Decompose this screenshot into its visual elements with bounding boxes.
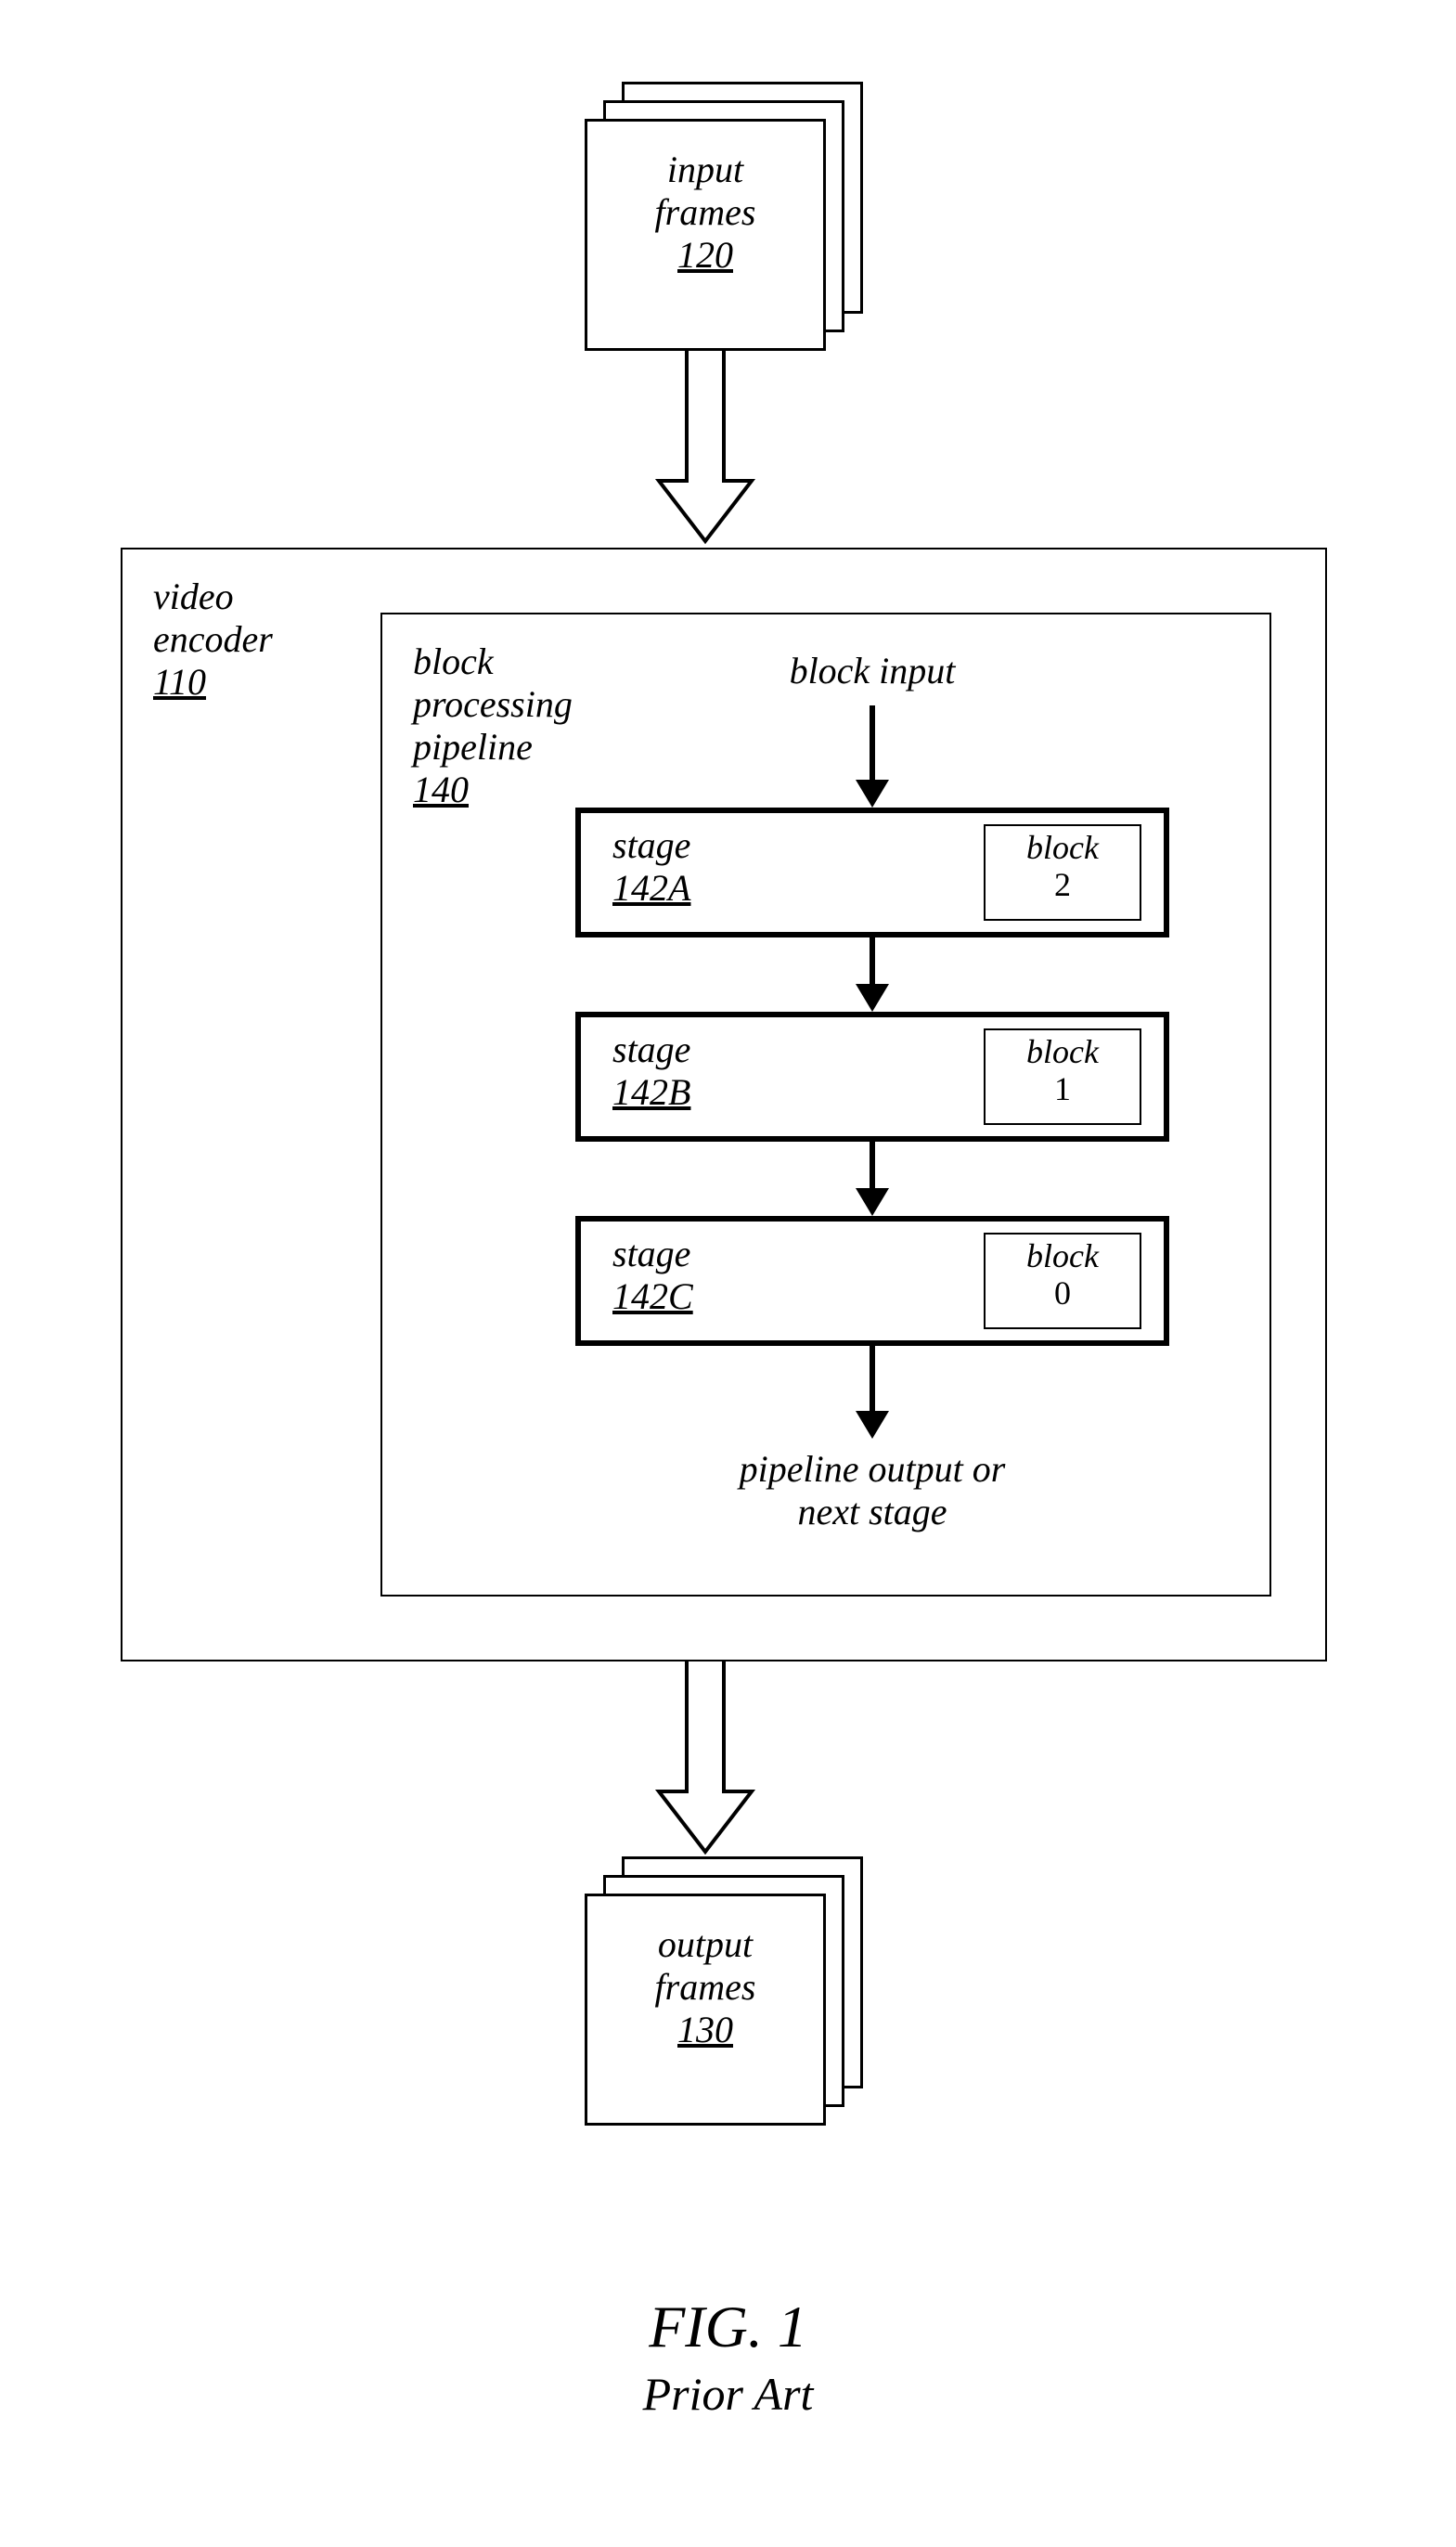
pipeline-output-label: pipeline output or next stage (650, 1448, 1095, 1533)
stage-b-block-label: block (1026, 1033, 1099, 1070)
stage-c-text: stage (612, 1233, 690, 1274)
stage-b-text: stage (612, 1028, 690, 1070)
pipeline-line1: block (413, 640, 494, 682)
pipeline-line2: processing (413, 683, 573, 725)
arrow-input-to-encoder (650, 351, 761, 546)
arrow-to-stage-a-head (856, 780, 889, 808)
figure-title: FIG. 1 (0, 2293, 1456, 2361)
video-encoder-label: video encoder 110 (153, 575, 273, 704)
stage-c-num: 142C (612, 1275, 693, 1317)
diagram-canvas: input frames 120 video encoder 110 block… (0, 0, 1456, 2547)
stage-a-num: 142A (612, 867, 690, 909)
figure-subtitle: Prior Art (0, 2367, 1456, 2421)
figure-title-text: FIG. 1 (649, 2294, 807, 2360)
stage-a-text: stage (612, 824, 690, 866)
block-input-label: block input (733, 650, 1011, 692)
input-frames-label: input frames 120 (594, 149, 817, 277)
pipeline-num: 140 (413, 769, 469, 810)
output-frames-line2: frames (655, 1966, 756, 2008)
video-encoder-num: 110 (153, 661, 206, 703)
arrow-to-stage-a-line (870, 705, 875, 780)
stage-b-num: 142B (612, 1071, 690, 1113)
arrow-a-to-b-head (856, 984, 889, 1012)
stage-b-label: stage 142B (612, 1028, 690, 1114)
stage-a-block-label: block (1026, 829, 1099, 866)
video-encoder-line2: encoder (153, 618, 273, 660)
arrow-a-to-b-line (870, 937, 875, 984)
figure-subtitle-text: Prior Art (643, 2368, 814, 2420)
stage-a-block-num: 2 (1054, 866, 1071, 903)
pipeline-line3: pipeline (413, 726, 533, 768)
input-frames-line1: input (667, 149, 743, 190)
stage-b-block: block 1 (984, 1028, 1141, 1125)
pipeline-output-line2: next stage (797, 1491, 947, 1532)
arrow-encoder-to-output (650, 1661, 761, 1856)
stage-b-block-num: 1 (1054, 1070, 1071, 1107)
block-input-text: block input (790, 650, 956, 692)
stage-c-block-num: 0 (1054, 1274, 1071, 1312)
pipeline-label: block processing pipeline 140 (413, 640, 573, 811)
input-frames-line2: frames (655, 191, 756, 233)
pipeline-output-line1: pipeline output or (740, 1448, 1006, 1490)
arrow-c-to-out-head (856, 1411, 889, 1439)
stage-c-label: stage 142C (612, 1233, 693, 1318)
input-frames-num: 120 (677, 234, 733, 276)
output-frames-label: output frames 130 (594, 1923, 817, 2051)
stage-c-block: block 0 (984, 1233, 1141, 1329)
stage-c-block-label: block (1026, 1237, 1099, 1274)
video-encoder-line1: video (153, 575, 234, 617)
output-frames-line1: output (658, 1923, 753, 1965)
stage-a-label: stage 142A (612, 824, 690, 910)
stage-a-block: block 2 (984, 824, 1141, 921)
arrow-c-to-out-line (870, 1346, 875, 1411)
output-frames-num: 130 (677, 2009, 733, 2050)
arrow-b-to-c-line (870, 1142, 875, 1188)
arrow-b-to-c-head (856, 1188, 889, 1216)
